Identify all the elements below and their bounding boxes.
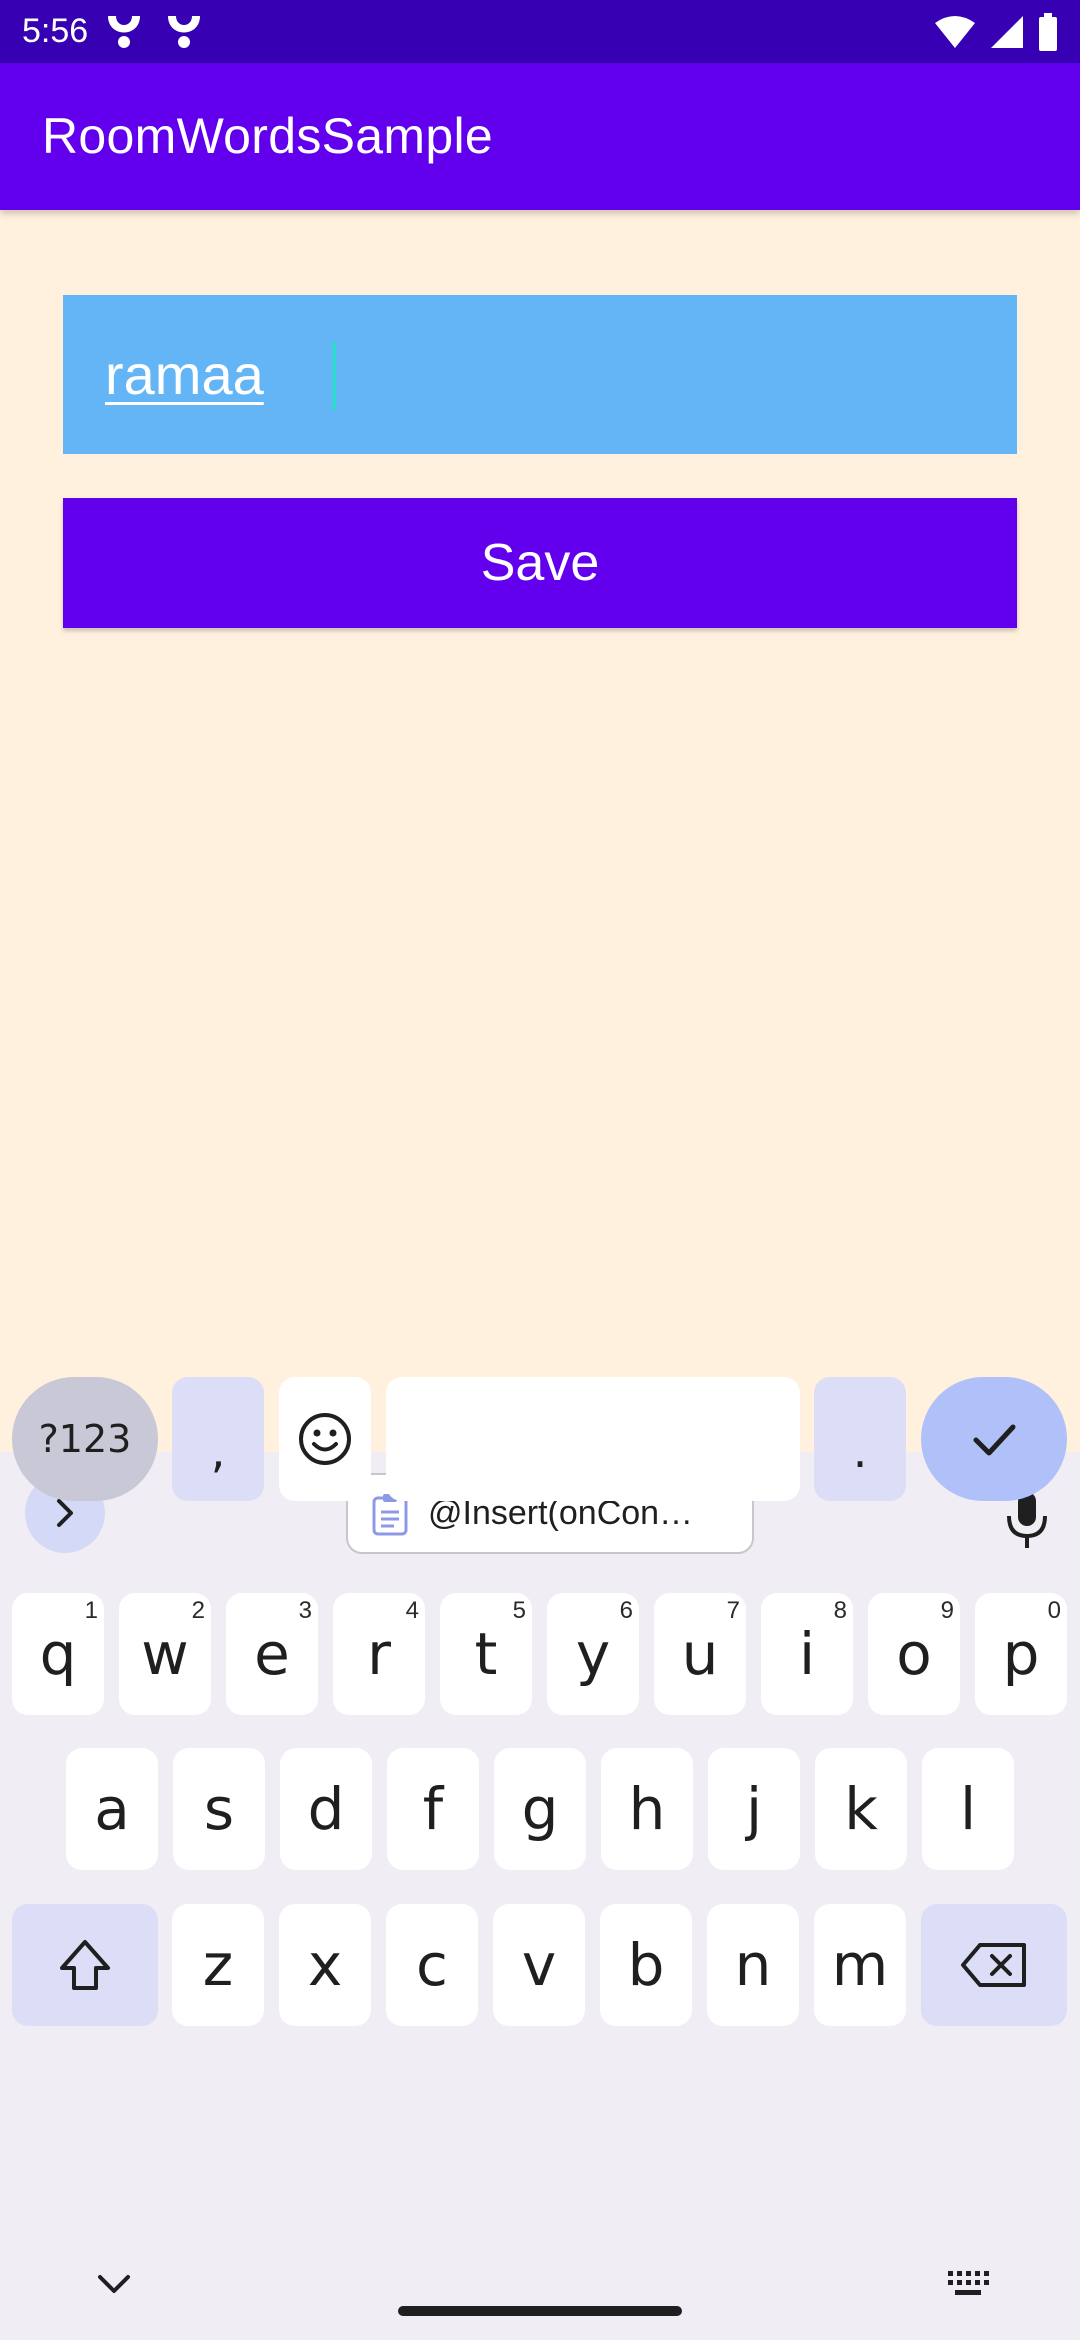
key-s[interactable]: s	[173, 1748, 265, 1870]
backspace-icon	[961, 1943, 1026, 1987]
key-number-hint: 8	[833, 1597, 847, 1624]
space-key[interactable]	[386, 1377, 800, 1501]
battery-icon	[1039, 13, 1057, 51]
backspace-key[interactable]	[921, 1904, 1067, 2026]
text-cursor	[333, 342, 336, 410]
key-f[interactable]: f	[387, 1748, 479, 1870]
key-n[interactable]: n	[707, 1904, 799, 2026]
save-button[interactable]: Save	[63, 498, 1017, 628]
key-k[interactable]: k	[815, 1748, 907, 1870]
key-label: l	[959, 1775, 977, 1843]
key-r[interactable]: r4	[333, 1593, 425, 1715]
app-bar: RoomWordsSample	[0, 63, 1080, 210]
key-z[interactable]: z	[172, 1904, 264, 2026]
key-label: a	[94, 1775, 130, 1843]
key-a[interactable]: a	[66, 1748, 158, 1870]
key-number-hint: 7	[726, 1597, 740, 1624]
key-j[interactable]: j	[708, 1748, 800, 1870]
key-label: k	[844, 1775, 878, 1843]
period-key[interactable]: .	[814, 1377, 906, 1501]
key-label: x	[307, 1931, 343, 1999]
navigation-bar	[0, 2205, 1080, 2340]
app-title: RoomWordsSample	[42, 108, 493, 164]
key-y[interactable]: y6	[547, 1593, 639, 1715]
key-x[interactable]: x	[279, 1904, 371, 2026]
key-l[interactable]: l	[922, 1748, 1014, 1870]
key-label: n	[734, 1931, 772, 1999]
wifi-icon	[935, 16, 975, 48]
key-h[interactable]: h	[601, 1748, 693, 1870]
notification-app-icon	[168, 16, 200, 48]
key-u[interactable]: u7	[654, 1593, 746, 1715]
shift-icon	[60, 1940, 110, 1990]
key-label: w	[141, 1620, 189, 1688]
key-label: c	[416, 1931, 448, 1999]
key-number-hint: 9	[940, 1597, 954, 1624]
key-label: m	[831, 1931, 889, 1999]
key-label: i	[798, 1620, 816, 1688]
status-right-icons	[934, 10, 1058, 54]
key-number-hint: 1	[84, 1597, 98, 1624]
key-label: v	[521, 1931, 557, 1999]
key-label: s	[203, 1775, 235, 1843]
keyboard-switch-icon[interactable]	[946, 2269, 990, 2299]
comma-key[interactable]: ,	[172, 1377, 264, 1501]
cellular-signal-icon	[991, 16, 1023, 48]
notification-app-icon	[108, 16, 140, 48]
key-v[interactable]: v	[493, 1904, 585, 2026]
key-label: f	[422, 1775, 444, 1843]
key-b[interactable]: b	[600, 1904, 692, 2026]
key-e[interactable]: e3	[226, 1593, 318, 1715]
key-label: h	[628, 1775, 666, 1843]
key-m[interactable]: m	[814, 1904, 906, 2026]
key-label: g	[521, 1775, 559, 1843]
key-label: j	[745, 1775, 763, 1843]
word-input[interactable]: ramaa	[63, 295, 1017, 454]
key-c[interactable]: c	[386, 1904, 478, 2026]
key-label: o	[896, 1620, 932, 1688]
key-number-hint: 0	[1047, 1597, 1061, 1624]
keyboard-hide-icon[interactable]	[96, 2273, 132, 2295]
key-label: y	[575, 1620, 611, 1688]
key-p[interactable]: p0	[975, 1593, 1067, 1715]
key-label: p	[1002, 1620, 1040, 1688]
emoji-icon	[299, 1413, 351, 1465]
key-label: z	[202, 1931, 234, 1999]
key-o[interactable]: o9	[868, 1593, 960, 1715]
key-q[interactable]: q1	[12, 1593, 104, 1715]
status-bar: 5:56	[0, 0, 1080, 63]
symbols-key[interactable]: ?123	[12, 1377, 158, 1501]
key-label: b	[627, 1931, 665, 1999]
home-handle[interactable]	[398, 2306, 682, 2316]
key-number-hint: 3	[298, 1597, 312, 1624]
key-label: t	[474, 1620, 498, 1688]
checkmark-icon	[973, 1424, 1016, 1456]
key-number-hint: 6	[619, 1597, 633, 1624]
status-time: 5:56	[22, 12, 89, 50]
word-input-value[interactable]: ramaa	[105, 342, 264, 407]
key-label: d	[307, 1775, 345, 1843]
key-i[interactable]: i8	[761, 1593, 853, 1715]
key-d[interactable]: d	[280, 1748, 372, 1870]
emoji-key[interactable]	[279, 1377, 371, 1501]
key-g[interactable]: g	[494, 1748, 586, 1870]
enter-key[interactable]	[921, 1377, 1067, 1501]
key-label: u	[681, 1620, 719, 1688]
key-number-hint: 4	[405, 1597, 419, 1624]
key-w[interactable]: w2	[119, 1593, 211, 1715]
key-label: r	[367, 1620, 391, 1688]
key-number-hint: 2	[191, 1597, 205, 1624]
shift-key[interactable]	[12, 1904, 158, 2026]
key-t[interactable]: t5	[440, 1593, 532, 1715]
key-label: e	[254, 1620, 290, 1688]
key-label: q	[39, 1620, 77, 1688]
chevron-right-icon	[57, 1499, 73, 1527]
key-number-hint: 5	[512, 1597, 526, 1624]
